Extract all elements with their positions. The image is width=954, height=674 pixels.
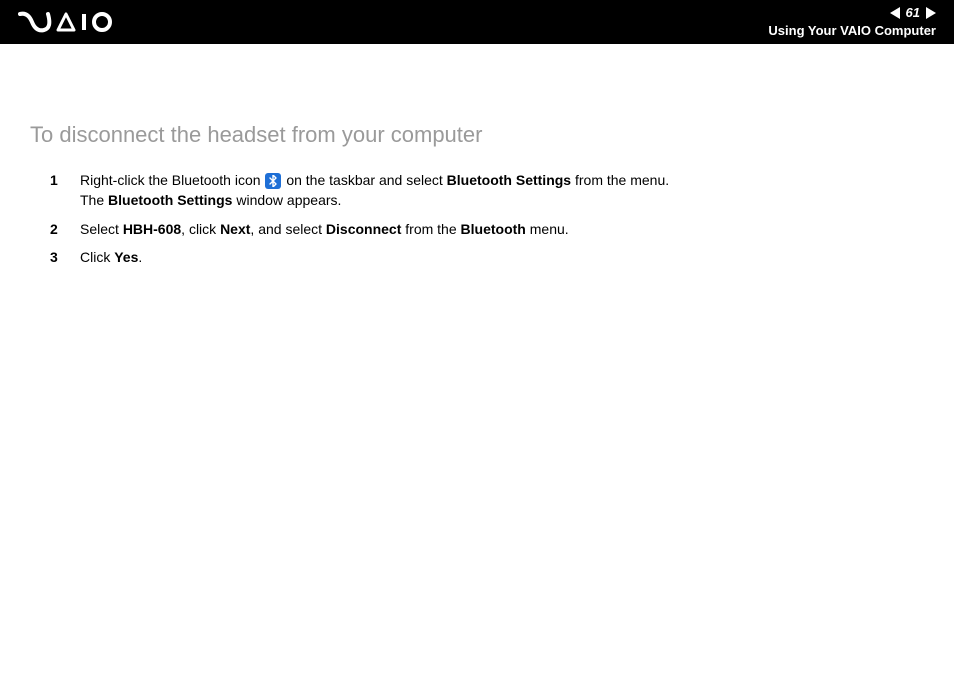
prev-page-arrow-icon[interactable] [890, 7, 900, 19]
step-text: menu. [526, 221, 569, 237]
step-number: 1 [50, 170, 62, 190]
vaio-logo [18, 0, 128, 44]
step-text: on the taskbar and select [282, 172, 446, 188]
step-text: , and select [250, 221, 326, 237]
step-text: Click [80, 249, 114, 265]
page-content: To disconnect the headset from your comp… [0, 44, 954, 267]
step-item: 3 Click Yes. [50, 247, 924, 267]
vaio-logo-icon [18, 10, 128, 34]
step-bold: Next [220, 221, 250, 237]
pager: 61 [768, 5, 936, 21]
step-text: Right-click the Bluetooth icon [80, 172, 264, 188]
step-body: Select HBH-608, click Next, and select D… [80, 219, 924, 239]
header-bar: 61 Using Your VAIO Computer [0, 0, 954, 44]
step-bold: HBH-608 [123, 221, 181, 237]
bluetooth-icon [265, 173, 281, 189]
step-bold: Disconnect [326, 221, 401, 237]
page-heading: To disconnect the headset from your comp… [30, 122, 924, 148]
next-page-arrow-icon[interactable] [926, 7, 936, 19]
step-text: from the menu. [571, 172, 669, 188]
step-text: . [138, 249, 142, 265]
step-item: 1 Right-click the Bluetooth icon on the … [50, 170, 924, 211]
step-body: Right-click the Bluetooth icon on the ta… [80, 170, 924, 211]
step-text: , click [181, 221, 220, 237]
header-right: 61 Using Your VAIO Computer [768, 5, 936, 38]
step-bold: Bluetooth [461, 221, 526, 237]
step-bold: Bluetooth Settings [447, 172, 571, 188]
steps-list: 1 Right-click the Bluetooth icon on the … [30, 170, 924, 267]
step-bold: Yes [114, 249, 138, 265]
step-text: window appears. [232, 192, 341, 208]
step-number: 3 [50, 247, 62, 267]
page-number: 61 [906, 5, 920, 21]
step-text: from the [401, 221, 460, 237]
step-text: The [80, 192, 108, 208]
step-item: 2 Select HBH-608, click Next, and select… [50, 219, 924, 239]
step-bold: Bluetooth Settings [108, 192, 232, 208]
step-text: Select [80, 221, 123, 237]
section-title: Using Your VAIO Computer [768, 23, 936, 39]
step-body: Click Yes. [80, 247, 924, 267]
step-number: 2 [50, 219, 62, 239]
